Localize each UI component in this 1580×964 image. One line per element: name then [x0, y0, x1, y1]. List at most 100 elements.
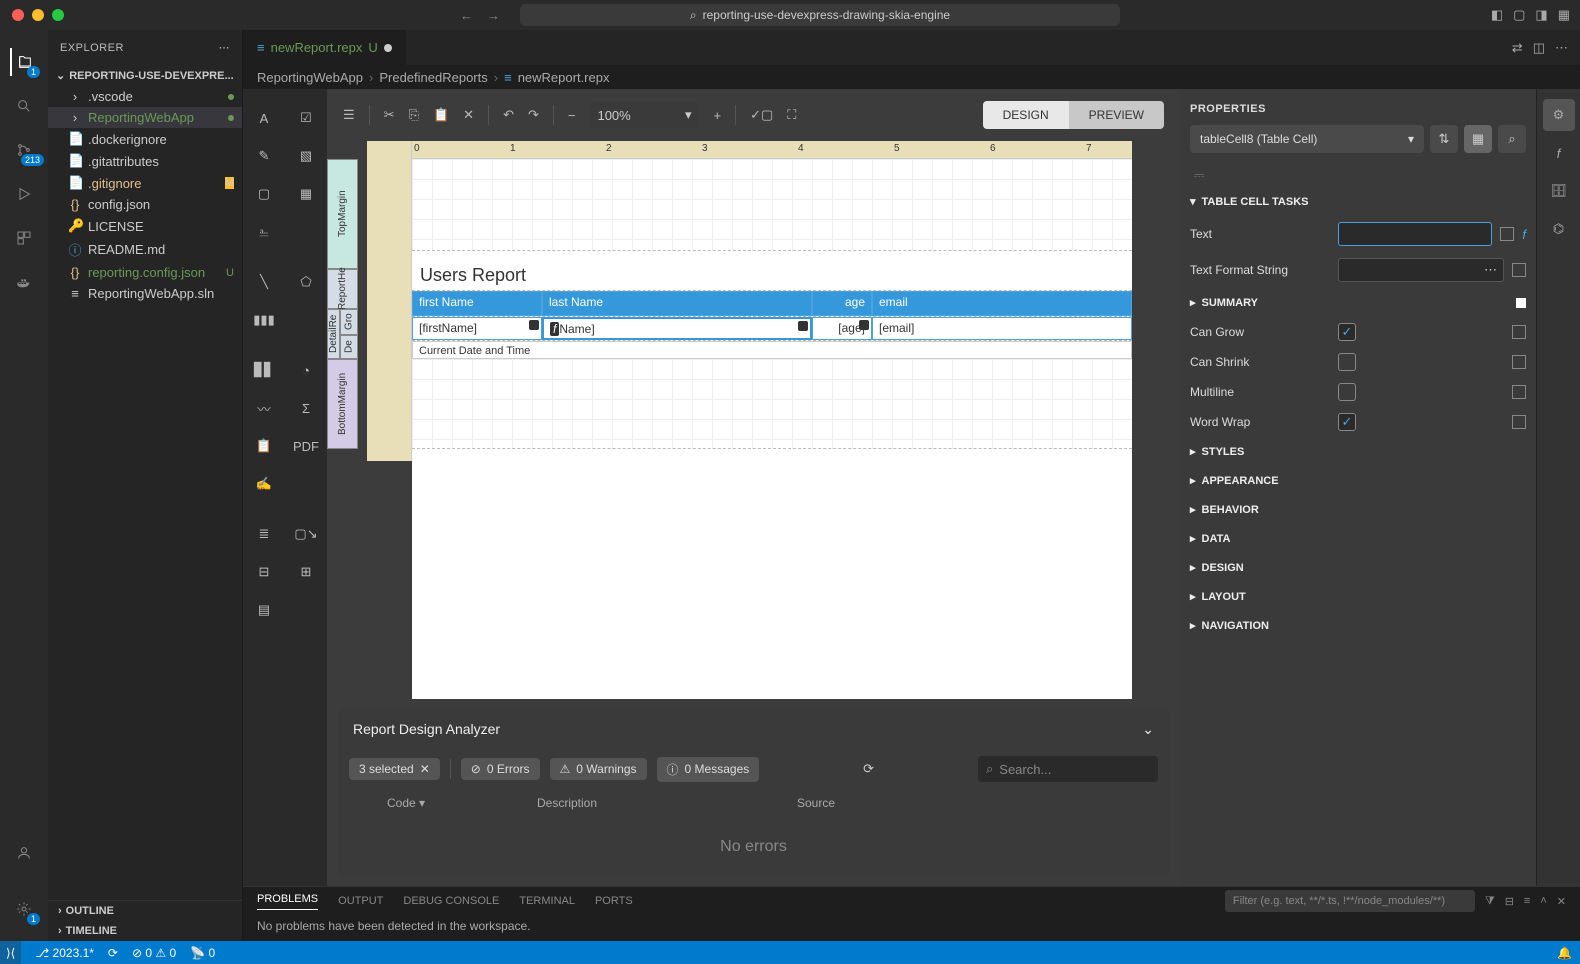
element-selector[interactable]: tableCell8 (Table Cell)▾ [1190, 125, 1424, 153]
page-footer[interactable]: Current Date and Time [412, 341, 1132, 359]
tree-file[interactable]: {}reporting.config.jsonU [48, 262, 242, 283]
messages-filter[interactable]: ⓘ0 Messages [657, 757, 760, 782]
table-header-cell[interactable]: age [812, 291, 872, 316]
table-tool-icon[interactable]: ▦ [285, 175, 327, 213]
groupheader-band[interactable]: first Name last Name age email [412, 291, 1132, 317]
sigma-tool-icon[interactable]: Σ [285, 389, 327, 427]
redo-icon[interactable]: ↷ [528, 107, 539, 123]
line-tool-icon[interactable]: ╲ [243, 263, 285, 301]
band-label-detail[interactable]: De [340, 335, 358, 359]
clipboard-tool-icon[interactable]: 📋 [243, 427, 285, 465]
report-design-surface[interactable]: 01234567 Users Report first Name last Na… [412, 141, 1132, 699]
expression-icon[interactable]: ⎓ [1190, 163, 1526, 187]
output-tab[interactable]: OUTPUT [338, 895, 383, 907]
settings-gear-icon[interactable]: 1 [10, 895, 38, 923]
cangrow-checkbox[interactable]: ✓ [1338, 323, 1356, 341]
expression-icon[interactable]: f [1522, 227, 1526, 242]
terminal-tab[interactable]: TERMINAL [519, 895, 575, 907]
nav-back-icon[interactable]: ← [460, 8, 473, 23]
reset-icon[interactable] [1500, 227, 1514, 241]
col-description[interactable]: Description [537, 796, 797, 810]
table-header-cell[interactable]: last Name [542, 291, 812, 316]
panel-tool-icon[interactable]: ▢ [243, 175, 285, 213]
format-input[interactable]: ⋯ [1338, 258, 1504, 282]
gauge-tool-icon[interactable]: ◔ [285, 351, 327, 389]
reportheader-band[interactable]: Users Report [412, 251, 1132, 291]
richtext-tool-icon[interactable]: ✎ [243, 137, 285, 175]
scm-icon[interactable]: 213 [10, 136, 38, 164]
preview-tab-button[interactable]: PREVIEW [1069, 101, 1164, 129]
problems-filter[interactable]: Filter (e.g. text, **/*.ts, !**/node_mod… [1225, 890, 1475, 912]
table-header-cell[interactable]: first Name [412, 291, 542, 316]
sparkline-tool-icon[interactable]: 〰 [243, 389, 285, 427]
tree-folder[interactable]: ›.vscode [48, 86, 242, 107]
ports-indicator[interactable]: 📡 0 [190, 946, 215, 960]
reset-icon[interactable] [1512, 263, 1526, 277]
collapse-icon[interactable]: ⌄ [1142, 721, 1154, 738]
report-title-label[interactable]: Users Report [420, 265, 526, 286]
sync-icon[interactable]: ⟳ [108, 946, 118, 960]
maximize-panel-icon[interactable]: ˄ [1540, 895, 1546, 907]
section-behavior[interactable]: ▸BEHAVIOR [1190, 495, 1526, 524]
zoom-out-icon[interactable]: − [568, 108, 576, 123]
reset-icon[interactable] [1512, 385, 1526, 399]
filter-icon[interactable]: ⧩ [1485, 895, 1495, 908]
more-actions-icon[interactable]: ⋯ [1555, 40, 1568, 56]
errors-filter[interactable]: ⊘0 Errors [461, 758, 540, 780]
band-label-reportheader[interactable]: ReportHe [327, 269, 358, 309]
zoom-in-icon[interactable]: + [713, 108, 721, 123]
pageinfo-tool-icon[interactable]: ▢↘ [285, 515, 327, 553]
canshrink-checkbox[interactable] [1338, 353, 1356, 371]
properties-tab-icon[interactable]: ⚙ [1543, 99, 1575, 131]
barcode-tool-icon[interactable]: ▮▮▮ [243, 301, 285, 339]
explorer-icon[interactable]: 1 [10, 48, 38, 76]
sort-icon[interactable]: ⇅ [1430, 125, 1458, 153]
clear-icon[interactable]: ✕ [420, 762, 430, 776]
compare-icon[interactable]: ⇄ [1512, 40, 1523, 56]
problems-tab[interactable]: PROBLEMS [257, 893, 318, 910]
table-cell-selected[interactable]: ▢fName] [542, 317, 812, 340]
zoom-select[interactable]: 100%▾ [589, 102, 699, 128]
branch-indicator[interactable]: ⎇ 2023.1* [35, 946, 94, 960]
reset-icon[interactable] [1512, 355, 1526, 369]
design-tab-button[interactable]: DESIGN [983, 101, 1069, 129]
copy-icon[interactable]: ⎘ [409, 107, 419, 123]
fieldlist-tab-icon[interactable]: 🗄 [1543, 175, 1575, 207]
section-navigation[interactable]: ▸NAVIGATION [1190, 611, 1526, 640]
split-icon[interactable]: ◫ [1533, 40, 1545, 56]
layout-secondary-icon[interactable]: ◨ [1535, 7, 1547, 23]
warnings-filter[interactable]: ⚠0 Warnings [550, 758, 647, 780]
band-label-topmargin[interactable]: TopMargin [327, 159, 358, 269]
pdf-tool-icon[interactable]: PDF [285, 427, 327, 465]
expressions-tab-icon[interactable]: f [1543, 137, 1575, 169]
table-cell[interactable]: [age] [812, 317, 872, 340]
remote-indicator[interactable]: ⟩⟨ [0, 941, 21, 964]
tree-folder[interactable]: ›ReportingWebApp [48, 107, 242, 128]
wordwrap-checkbox[interactable]: ✓ [1338, 413, 1356, 431]
tree-file[interactable]: 🔑LICENSE [48, 215, 242, 237]
errors-warnings[interactable]: ⊘ 0 ⚠ 0 [132, 946, 176, 960]
extensions-icon[interactable] [10, 224, 38, 252]
tree-file[interactable]: 📄.gitattributes [48, 150, 242, 172]
reset-icon[interactable] [1512, 325, 1526, 339]
debug-icon[interactable] [10, 180, 38, 208]
notifications-icon[interactable]: 🔔 [1557, 946, 1572, 960]
analyzer-search[interactable]: ⌕Search... [978, 756, 1158, 782]
more-icon[interactable]: ⋯ [219, 41, 231, 54]
outline-header[interactable]: ›OUTLINE [48, 901, 242, 921]
undo-icon[interactable]: ↶ [503, 107, 514, 123]
multiline-checkbox[interactable] [1338, 383, 1356, 401]
docker-icon[interactable] [10, 268, 38, 296]
checkbox-tool-icon[interactable]: ☑ [285, 99, 327, 137]
menu-icon[interactable]: ☰ [343, 107, 355, 123]
col-code[interactable]: Code ▾ [387, 796, 537, 810]
project-header[interactable]: ⌄ REPORTING-USE-DEVEXPRE... [48, 65, 242, 86]
tree-file[interactable]: 📄.dockerignore [48, 128, 242, 150]
paste-icon[interactable]: 📋 [433, 107, 449, 123]
text-input[interactable] [1338, 222, 1492, 246]
tree-file[interactable]: 📄.gitignoreM [48, 172, 242, 194]
delete-icon[interactable]: ✕ [463, 107, 474, 123]
reset-icon[interactable] [1512, 415, 1526, 429]
reportexplorer-tab-icon[interactable]: ⌬ [1543, 213, 1575, 245]
view-as-tree-icon[interactable]: ≡ [1524, 895, 1530, 907]
